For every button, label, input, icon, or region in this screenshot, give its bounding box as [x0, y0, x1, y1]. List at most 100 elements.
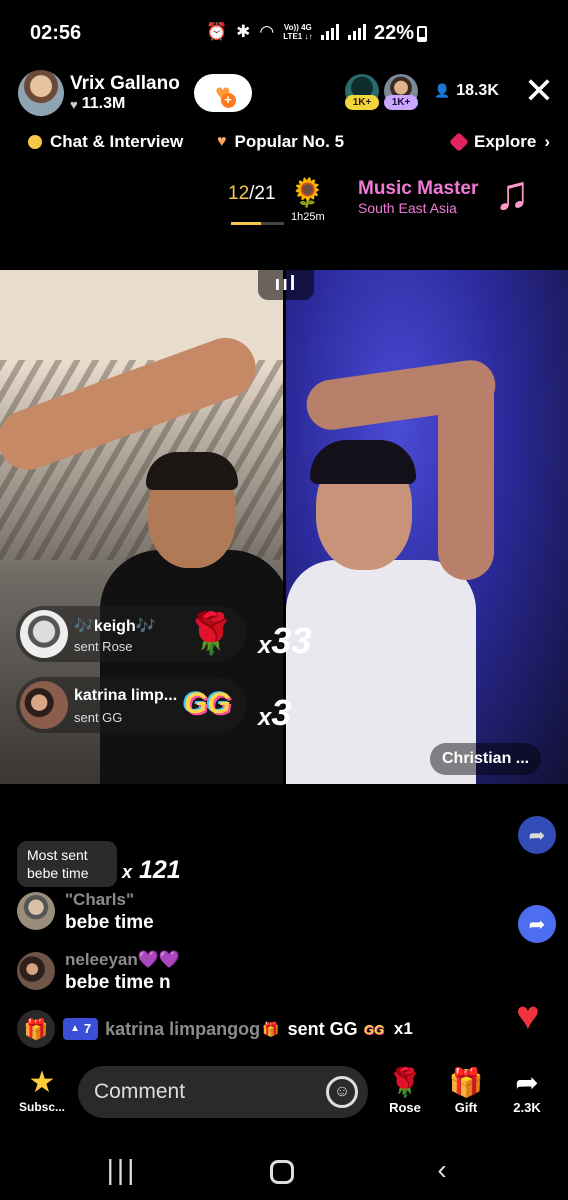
most-sent-label: Most sent	[27, 847, 88, 863]
gift-sender-name: katrina limp...	[74, 687, 178, 704]
comment-input[interactable]	[94, 1076, 314, 1108]
ranking-total: /21	[249, 183, 276, 204]
ranking-title[interactable]: Music Master	[358, 178, 478, 200]
tag-chat-interview[interactable]: Chat & Interview	[28, 132, 183, 152]
chat-avatar[interactable]	[17, 892, 55, 930]
gift-combo: x3	[258, 692, 291, 734]
rose-button[interactable]: 🌹 Rose	[375, 1066, 435, 1115]
viewer-badge-2: 1K+	[384, 95, 418, 110]
network-sub-label: LTE1 ↓↑	[283, 32, 313, 41]
status-time: 02:56	[30, 22, 82, 44]
gift-chat-line[interactable]: 🎁 ▲ 7 katrina limpangog 🎁 sent GG GG x1	[17, 1010, 413, 1048]
gift-action: sent GG	[74, 710, 123, 725]
gg-gift-icon: GG	[363, 1021, 384, 1037]
star-icon: ★	[28, 1066, 56, 1099]
gift-combo-prefix: x	[258, 632, 272, 659]
flower-trophy-icon[interactable]: 🌻	[290, 176, 325, 209]
ranking-current: 12	[228, 183, 250, 204]
gift-combo-count: 3	[271, 692, 292, 733]
chat-username[interactable]: "Charls"	[65, 890, 134, 910]
music-note-icon: ♫	[494, 167, 530, 220]
tag-explore[interactable]: Explore ›	[449, 132, 551, 152]
gift-line-action: sent GG	[287, 1018, 358, 1039]
chat-avatar[interactable]	[17, 952, 55, 990]
user-level-badge: ▲ 7	[63, 1018, 99, 1040]
gift-combo-prefix: x	[258, 704, 272, 731]
ranking-progress-bar	[231, 222, 284, 225]
chat-text: bebe time	[65, 912, 154, 933]
streamer-right-forearm	[438, 370, 494, 580]
battery-percent: 22%	[374, 22, 415, 44]
viewer-badge-1: 1K+	[345, 95, 379, 110]
gift-notification[interactable]: katrina limp... sent GG GG	[16, 677, 246, 733]
network-type-label: Vo)) 4G	[283, 23, 312, 32]
tag-chat-label: Chat & Interview	[50, 132, 184, 151]
close-button[interactable]: ✕	[522, 73, 556, 109]
subscribe-button[interactable]: ★ Subsc...	[14, 1066, 70, 1114]
gift-notification[interactable]: 🎶keigh🎶 sent Rose 🌹	[16, 606, 246, 662]
ranking-progress-fill	[231, 222, 262, 225]
share-arrow-icon[interactable]: ➦	[518, 816, 556, 854]
chat-username[interactable]: neleeyan💜💜	[65, 950, 180, 970]
gg-gift-icon: GG	[184, 687, 231, 720]
most-sent-tooltip[interactable]: Most sent bebe time	[17, 841, 117, 887]
most-sent-phrase: bebe time	[27, 865, 89, 881]
gift-label: Gift	[454, 1100, 478, 1115]
gift-combo: x33	[258, 620, 311, 662]
gift-small-icon: 🎁	[262, 1020, 280, 1037]
recent-apps-icon[interactable]: |||	[92, 1154, 152, 1186]
like-heart-icon[interactable]: ♥	[516, 996, 540, 1036]
gift-box-icon: 🎁	[17, 1010, 55, 1048]
comment-box[interactable]: ☺	[78, 1066, 368, 1118]
viewer-count[interactable]: 👤 18.3K	[434, 82, 499, 100]
tag-popular-label: Popular No. 5	[234, 132, 345, 151]
tags-row: Chat & Interview ♥ Popular No. 5 Explore…	[0, 132, 568, 156]
system-nav-bar: ||| ‹	[0, 1140, 568, 1200]
viewer-count-value: 18.3K	[456, 82, 499, 99]
gift-sender-avatar	[20, 681, 68, 729]
host-info: Vrix Gallano ♥ 11.3M	[70, 73, 180, 113]
share-arrow-icon[interactable]: ➦	[518, 905, 556, 943]
gift-line-count: x1	[393, 1019, 413, 1038]
most-sent-count-prefix: x	[122, 862, 133, 882]
share-icon: ➦	[515, 1067, 539, 1098]
emoji-icon[interactable]: ☺	[326, 1076, 358, 1108]
heart-icon: ♥	[217, 133, 227, 150]
status-icons: ⏰ ✱ ◠ Vo)) 4G LTE1 ↓↑	[206, 22, 367, 42]
host-likes-count: 11.3M	[81, 95, 126, 112]
alarm-icon: ⏰	[206, 22, 228, 41]
explore-icon	[449, 132, 469, 152]
back-icon[interactable]: ‹	[412, 1154, 472, 1186]
host-likes: ♥ 11.3M	[70, 95, 180, 113]
chevron-right-icon: ›	[544, 132, 551, 151]
home-icon[interactable]	[252, 1154, 312, 1186]
host-name: Vrix Gallano	[70, 73, 180, 94]
host-header[interactable]: Vrix Gallano ♥ 11.3M ♥ +	[18, 70, 252, 116]
chat-text: bebe time n	[65, 972, 171, 993]
gift-line-username[interactable]: katrina limpangog	[105, 1019, 260, 1040]
video-right-pane[interactable]	[286, 270, 568, 784]
follow-button[interactable]: ♥ +	[193, 74, 252, 112]
subscribe-label: Subsc...	[18, 1100, 65, 1114]
status-bar: 02:56 ⏰ ✱ ◠ Vo)) 4G LTE1 ↓↑ 22%	[0, 0, 568, 68]
share-button[interactable]: ➦ 2.3K	[497, 1066, 557, 1115]
split-view-handle[interactable]: ııl	[258, 270, 314, 300]
tag-explore-label: Explore	[474, 132, 537, 151]
rose-icon: 🌹	[186, 612, 236, 656]
heart-icon: ♥	[70, 96, 78, 112]
ranking-position[interactable]: 12/21	[228, 183, 276, 205]
battery-icon	[417, 26, 427, 42]
guest-name-pill[interactable]: Christian ...	[430, 743, 542, 775]
ranking-timer: 1h25m	[291, 211, 325, 223]
heart-plus-icon: ♥ +	[215, 80, 236, 108]
person-icon: 👤	[434, 83, 451, 98]
gift-button[interactable]: 🎁 Gift	[436, 1066, 496, 1115]
rose-icon: 🌹	[387, 1067, 423, 1098]
gift-icon: 🎁	[448, 1067, 484, 1098]
host-avatar[interactable]	[18, 70, 64, 116]
rose-label: Rose	[389, 1100, 421, 1115]
level-triangle-icon: ▲	[70, 1023, 80, 1034]
signal-icon	[321, 24, 340, 40]
tag-popular[interactable]: ♥ Popular No. 5	[217, 132, 344, 152]
bluetooth-icon: ✱	[236, 22, 251, 41]
